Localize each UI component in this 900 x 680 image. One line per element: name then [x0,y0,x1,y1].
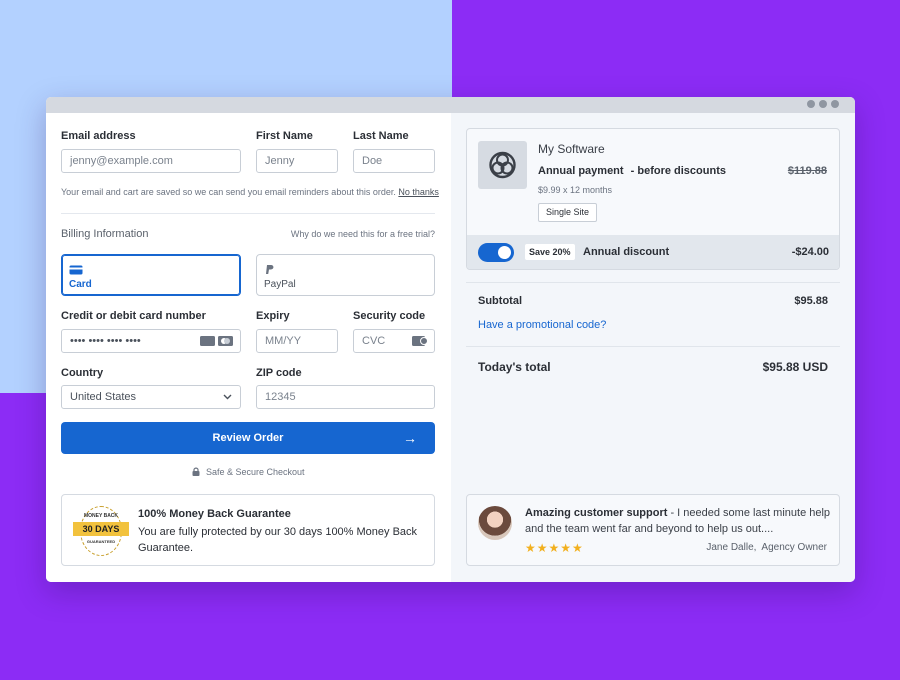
guarantee-text: You are fully protected by our 30 days 1… [138,526,418,554]
card-number-placeholder: •••• •••• •••• •••• [70,335,141,347]
no-thanks-link[interactable]: No thanks [398,187,439,197]
original-price: $119.88 [787,165,827,177]
billing-title: Billing Information [61,228,149,240]
payment-option-paypal[interactable]: PayPal [256,254,435,296]
last-name-label: Last Name [353,130,409,142]
card-icon [69,265,83,275]
subtotal-value: $95.88 [794,295,828,307]
email-label: Email address [61,130,136,142]
save-note: Your email and cart are saved so we can … [61,187,441,197]
email-field[interactable]: jenny@example.com [61,149,241,173]
security-code-field[interactable]: CVC [353,329,435,353]
seal-days-text: 30 DAYS [73,522,129,536]
window-dot-icon[interactable] [831,100,839,108]
first-name-field[interactable]: Jenny [256,149,338,173]
promo-code-link[interactable]: Have a promotional code? [478,319,606,331]
security-code-placeholder: CVC [362,335,386,347]
testimonial-text: Amazing customer support - I needed some… [525,505,831,537]
save-badge: Save 20% [525,244,575,260]
save-note-text: Your email and cart are saved so we can … [61,187,396,197]
discount-toggle[interactable] [478,243,514,262]
review-order-label: Review Order [212,432,284,444]
divider [61,213,435,214]
software-logo-icon [489,151,516,179]
money-back-guarantee: MONEY BACK 30 DAYS GUARANTEED 100% Money… [61,494,435,566]
card-brands-icon [200,336,233,346]
total-label: Today's total [478,360,551,374]
testimonial-headline: Amazing customer support [525,507,668,519]
lock-icon [192,467,200,476]
subtotal-label: Subtotal [478,295,522,307]
payment-option-card[interactable]: Card [61,254,241,296]
window-dot-icon[interactable] [819,100,827,108]
country-value: United States [70,391,137,403]
product-name: My Software [538,142,605,156]
guarantee-seal-icon: MONEY BACK 30 DAYS GUARANTEED [73,506,129,556]
testimonial-card: Amazing customer support - I needed some… [466,494,840,566]
card-number-label: Credit or debit card number [61,310,206,322]
country-select[interactable]: United States [61,385,241,409]
last-name-field[interactable]: Doe [353,149,435,173]
payment-type-note: - before discounts [630,165,726,177]
seal-bottom-text: GUARANTEED [86,539,116,544]
window-dot-icon[interactable] [807,100,815,108]
discount-row: Save 20% Annual discount -$24.00 [467,235,839,269]
seal-top-text: MONEY BACK [83,513,119,519]
rating-stars-icon: ★★★★★ [525,541,584,555]
cvc-card-icon [412,336,428,346]
price-breakdown: $9.99 x 12 months [538,185,613,195]
country-label: Country [61,367,104,379]
payment-card-label: Card [69,279,92,290]
product-card: My Software Annual payment - before disc… [466,128,840,270]
zip-field[interactable]: 12345 [256,385,435,409]
checkout-window: Email address jenny@example.com First Na… [46,97,855,582]
payment-type: Annual payment - before discounts [538,165,726,177]
arrow-right-icon: → [403,430,417,446]
security-code-label: Security code [353,310,426,322]
discount-amount: -$24.00 [791,246,829,258]
window-titlebar [46,97,855,113]
total-value: $95.88 USD [762,360,828,374]
billing-why-link[interactable]: Why do we need this for a free trial? [291,229,435,239]
chevron-down-icon [223,394,232,400]
expiry-label: Expiry [256,310,290,322]
divider [466,282,840,283]
payment-type-label: Annual payment [538,165,624,177]
testimonial-author: Jane Dalle, Agency Owner [706,542,827,553]
first-name-label: First Name [256,130,313,142]
expiry-field[interactable]: MM/YY [256,329,338,353]
secure-checkout-text: Safe & Secure Checkout [205,467,305,477]
plan-selector[interactable]: Single Site [538,203,598,222]
order-summary: My Software Annual payment - before disc… [451,113,855,582]
card-number-field[interactable]: •••• •••• •••• •••• [61,329,241,353]
secure-checkout: Safe & Secure Checkout [46,467,451,477]
product-logo [478,141,527,189]
zip-label: ZIP code [256,367,302,379]
review-order-button[interactable]: Review Order → [61,422,435,454]
avatar [478,506,512,540]
toggle-knob [498,246,511,259]
window-controls [807,100,839,108]
paypal-icon [266,265,274,274]
payment-paypal-label: PayPal [264,279,296,290]
checkout-form: Email address jenny@example.com First Na… [46,113,451,582]
discount-label: Annual discount [583,246,670,258]
guarantee-title: 100% Money Back Guarantee [138,508,291,520]
divider [466,346,840,347]
